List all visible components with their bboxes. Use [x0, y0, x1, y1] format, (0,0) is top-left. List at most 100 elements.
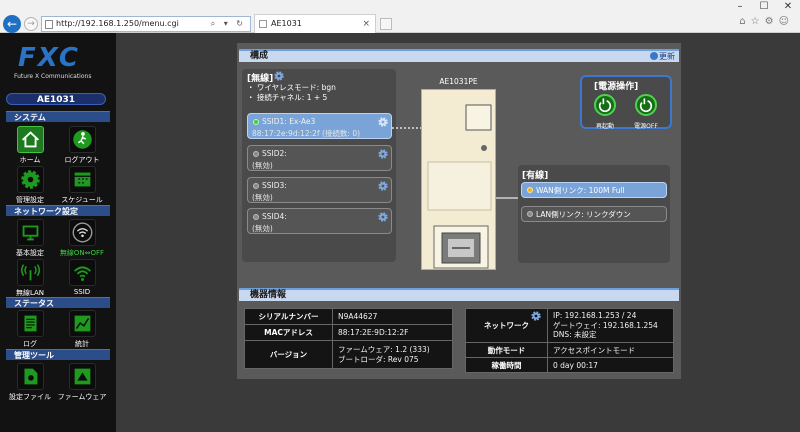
ssid-1-item[interactable]: SSID1: Ex-Ae3 88:17:2e:9d:12:2f (接続数: 0): [247, 113, 392, 139]
uptime-value: 0 day 00:17: [547, 357, 674, 373]
dns: DNS: 未設定: [553, 330, 597, 340]
firmware-icon: [69, 363, 96, 390]
sidebar-item-label: 統計: [75, 340, 89, 348]
lan-link-item[interactable]: LAN側リンク: リンクダウン: [521, 206, 667, 222]
mac-value: 88:17:2E:9D:12:2F: [332, 324, 453, 341]
ssid-status-led: [253, 183, 259, 189]
wireless-settings-gear-icon[interactable]: [274, 71, 284, 81]
ssid-gear-icon[interactable]: [378, 117, 388, 127]
sidebar-item-schedule[interactable]: スケジュール: [56, 166, 108, 206]
access-point-icon: [427, 104, 492, 269]
network-label-cell: ネットワーク: [465, 308, 548, 343]
close-window-button[interactable]: ✕: [776, 0, 800, 14]
ssid-status: 88:17:2e:9d:12:2f (接続数: 0): [252, 129, 361, 138]
ssid-status: (無効): [252, 161, 273, 170]
url-text: http://192.168.1.250/menu.cgi: [56, 19, 179, 28]
ssid-4-item[interactable]: SSID4: (無効): [247, 208, 392, 234]
sidebar-item-logout[interactable]: ログアウト: [56, 126, 108, 166]
refresh-link[interactable]: 更新: [650, 51, 675, 62]
config-file-icon: [17, 363, 44, 390]
gear-icon: [17, 166, 44, 193]
maximize-button[interactable]: ☐: [752, 0, 776, 14]
device-info-title: 機器情報: [250, 290, 287, 300]
device-info-header: 機器情報: [239, 288, 679, 301]
close-tab-icon[interactable]: ×: [362, 15, 370, 33]
sidebar: FXC Future X Communications AE1031 システム …: [0, 33, 116, 432]
ip-address: IP: 192.168.1.253 / 24: [553, 311, 637, 321]
model-badge: AE1031: [6, 93, 106, 105]
section-network: ネットワーク設定: [6, 205, 110, 216]
serial-value: N9A44627: [332, 308, 453, 325]
network-settings-gear-icon[interactable]: [531, 311, 541, 321]
version-label: バージョン: [244, 340, 333, 369]
back-button[interactable]: ←: [3, 15, 21, 33]
sidebar-item-home[interactable]: ホーム: [4, 126, 56, 166]
mode-label: 動作モード: [465, 342, 548, 358]
wireless-toggle-icon: [69, 219, 96, 246]
mac-label: MACアドレス: [244, 324, 333, 341]
sidebar-item-label: 無線ON⇔OFF: [59, 249, 105, 257]
uptime-label: 稼働時間: [465, 357, 548, 373]
arrow-left-icon: ←: [6, 17, 18, 31]
sidebar-item-ssid[interactable]: SSID: [56, 259, 108, 299]
sidebar-item-label: 管理設定: [16, 196, 44, 204]
power-off-button[interactable]: [635, 94, 657, 116]
section-tools: 管理ツール: [6, 349, 110, 360]
version-value: ファームウェア: 1.2 (333) ブートローダ: Rev 075: [332, 340, 453, 369]
config-title: 構成: [250, 51, 269, 61]
browser-tab[interactable]: AE1031 ×: [254, 14, 376, 33]
forward-button[interactable]: →: [24, 17, 38, 31]
ssid-gear-icon[interactable]: [378, 181, 388, 191]
section-status: ステータス: [6, 297, 110, 308]
minimize-button[interactable]: –: [728, 0, 752, 14]
refresh-icon: [650, 52, 658, 60]
ssid-gear-icon[interactable]: [378, 149, 388, 159]
sidebar-item-label: ホーム: [19, 156, 41, 164]
address-controls[interactable]: ⌕ ▾ ↻: [211, 17, 246, 31]
ssid-name: SSID2:: [262, 149, 287, 158]
wan-link-item[interactable]: WAN側リンク: 100M Full: [521, 182, 667, 198]
sidebar-item-config-file[interactable]: 設定ファイル: [4, 363, 56, 403]
wired-title: [有線]: [522, 171, 549, 181]
power-off-label: 電源OFF: [634, 123, 658, 130]
sidebar-item-label: SSID: [73, 288, 91, 296]
logo-subtitle: Future X Communications: [14, 73, 92, 80]
sidebar-item-wlan[interactable]: 無線LAN: [4, 259, 56, 299]
section-system: システム: [6, 111, 110, 122]
sidebar-item-admin[interactable]: 管理設定: [4, 166, 56, 206]
restart-button[interactable]: [594, 94, 616, 116]
device-info-table-right: ネットワーク IP: 192.168.1.253 / 24 ゲートウェイ: 19…: [465, 308, 674, 373]
sidebar-item-label: 設定ファイル: [9, 393, 51, 401]
monitor-icon: [17, 219, 44, 246]
restart-label: 再起動: [595, 123, 614, 130]
address-bar[interactable]: http://192.168.1.250/menu.cgi ⌕ ▾ ↻: [41, 16, 251, 32]
sidebar-item-label: 基本設定: [16, 249, 44, 257]
toolbar-icons[interactable]: ⌂☆⚙☺: [739, 16, 794, 27]
ssid-status: (無効): [252, 224, 273, 233]
new-tab-button[interactable]: [380, 18, 392, 30]
sidebar-item-basic[interactable]: 基本設定: [4, 219, 56, 259]
ssid-status: (無効): [252, 193, 273, 202]
sidebar-item-label: スケジュール: [61, 196, 103, 204]
logo-text: FXC: [18, 43, 80, 73]
config-header: 構成 更新: [239, 49, 679, 62]
ssid-2-item[interactable]: SSID2: (無効): [247, 145, 392, 171]
sidebar-item-wireless-toggle[interactable]: 無線ON⇔OFF: [56, 219, 108, 259]
power-title: [電源操作]: [594, 82, 639, 92]
mode-value: アクセスポイントモード: [547, 342, 674, 358]
log-icon: [17, 310, 44, 337]
sidebar-item-log[interactable]: ログ: [4, 310, 56, 350]
ssid-gear-icon[interactable]: [378, 212, 388, 222]
browser-chrome: – ☐ ✕ ← → http://192.168.1.250/menu.cgi …: [0, 0, 800, 33]
stats-icon: [69, 310, 96, 337]
calendar-icon: [69, 166, 96, 193]
navigation-bar: ← → http://192.168.1.250/menu.cgi ⌕ ▾ ↻ …: [0, 14, 800, 33]
ssid-status-led: [253, 119, 259, 125]
lan-status-led: [527, 211, 533, 217]
wireless-channel: ・ 接続チャネル: 1 + 5: [247, 93, 328, 102]
ssid-status-led: [253, 151, 259, 157]
sidebar-item-firmware[interactable]: ファームウェア: [56, 363, 108, 403]
sidebar-item-stats[interactable]: 統計: [56, 310, 108, 350]
sidebar-item-label: ファームウェア: [57, 393, 107, 401]
ssid-3-item[interactable]: SSID3: (無効): [247, 177, 392, 203]
